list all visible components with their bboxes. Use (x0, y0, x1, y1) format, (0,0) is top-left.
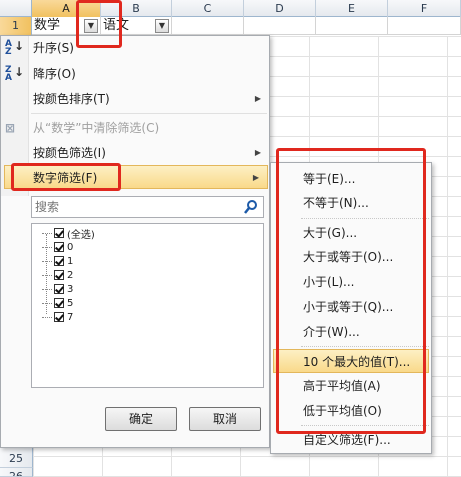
tree-connector (42, 260, 52, 262)
sort-by-color-label: 按颜色排序(T) (33, 92, 110, 106)
column-header-f[interactable]: F (388, 0, 461, 17)
list-item-label: 0 (67, 241, 74, 253)
sort-descending-icon: Z A ↓ (5, 65, 25, 83)
checkbox-icon[interactable] (54, 284, 64, 294)
cell-e1[interactable] (316, 17, 388, 35)
clear-filter-label: 从“数学”中清除筛选(C) (33, 121, 160, 135)
checkbox-icon[interactable] (54, 270, 64, 280)
list-item-label: 2 (67, 269, 74, 281)
search-icon[interactable] (243, 199, 259, 215)
tree-connector (42, 232, 52, 234)
menu-separator (31, 113, 267, 114)
submenu-arrow-icon: ▶ (252, 173, 259, 182)
column-header-d[interactable]: D (244, 0, 316, 17)
value-list: (全选) 0 1 2 3 5 7 (31, 223, 264, 388)
sort-by-color-item[interactable]: 按颜色排序(T) ▶ (1, 87, 269, 111)
list-item-select-all[interactable]: (全选) (42, 226, 95, 241)
sort-ascending-item[interactable]: A Z ↓ 升序(S) (1, 36, 269, 60)
annotation-box-submenu (276, 148, 426, 434)
list-item-label: 5 (67, 297, 74, 309)
cell-f1[interactable] (388, 17, 461, 35)
checkbox-icon[interactable] (54, 228, 64, 238)
submenu-arrow-icon: ▶ (254, 148, 261, 157)
search-input[interactable] (32, 197, 232, 217)
list-item[interactable]: 5 (42, 296, 73, 310)
checkbox-icon[interactable] (54, 298, 64, 308)
tree-connector (42, 246, 52, 248)
list-item[interactable]: 7 (42, 310, 73, 324)
list-item-label: (全选) (67, 229, 95, 241)
annotation-box-dropdown (76, 0, 122, 48)
row-1: 1 数学 ▼ 语文 ▼ (0, 17, 461, 35)
list-item[interactable]: 2 (42, 268, 73, 282)
tree-connector (42, 274, 52, 276)
sort-descending-item[interactable]: Z A ↓ 降序(O) (1, 62, 269, 86)
filter-by-color-label: 按颜色筛选(I) (33, 146, 106, 160)
submenu-arrow-icon: ▶ (254, 94, 261, 103)
cell-a1-text: 数学 (34, 18, 61, 33)
tree-connector (42, 288, 52, 290)
row-header-1[interactable]: 1 (0, 17, 32, 35)
tree-connector (42, 302, 52, 304)
list-item[interactable]: 0 (42, 240, 73, 254)
row-header-26[interactable]: 26 (0, 468, 33, 477)
checkbox-icon[interactable] (54, 256, 64, 266)
clear-filter-icon: ⊠ (5, 121, 16, 135)
autofilter-menu: A Z ↓ 升序(S) Z A ↓ 降序(O) 按颜色排序(T) ▶ ⊠ 从“数学”中清… (0, 35, 270, 448)
row-header-25[interactable]: 25 (0, 449, 33, 468)
list-item[interactable]: 1 (42, 254, 73, 268)
annotation-box-number-filter (11, 163, 121, 191)
search-box (31, 196, 264, 218)
sort-ascending-label: 升序(S) (33, 41, 74, 55)
checkbox-icon[interactable] (54, 312, 64, 322)
column-header-c[interactable]: C (172, 0, 244, 17)
list-item-label: 7 (67, 311, 74, 323)
sort-ascending-icon: A Z ↓ (5, 39, 25, 57)
list-item-label: 1 (67, 255, 74, 267)
tree-connector (42, 316, 52, 318)
column-header-row: A B C D E F (0, 0, 461, 17)
clear-filter-item[interactable]: ⊠ 从“数学”中清除筛选(C) (1, 116, 269, 140)
column-header-e[interactable]: E (316, 0, 388, 17)
list-item-label: 3 (67, 283, 74, 295)
checkbox-icon[interactable] (54, 242, 64, 252)
cell-c1[interactable] (172, 17, 244, 35)
select-all-corner[interactable] (0, 0, 32, 17)
sort-descending-label: 降序(O) (33, 67, 76, 81)
cancel-button[interactable]: 取消 (189, 407, 261, 431)
filter-dropdown-b1-button[interactable]: ▼ (155, 19, 169, 33)
list-item[interactable]: 3 (42, 282, 73, 296)
ok-button[interactable]: 确定 (105, 407, 177, 431)
filter-by-color-item[interactable]: 按颜色筛选(I) ▶ (1, 141, 269, 165)
cell-d1[interactable] (244, 17, 316, 35)
